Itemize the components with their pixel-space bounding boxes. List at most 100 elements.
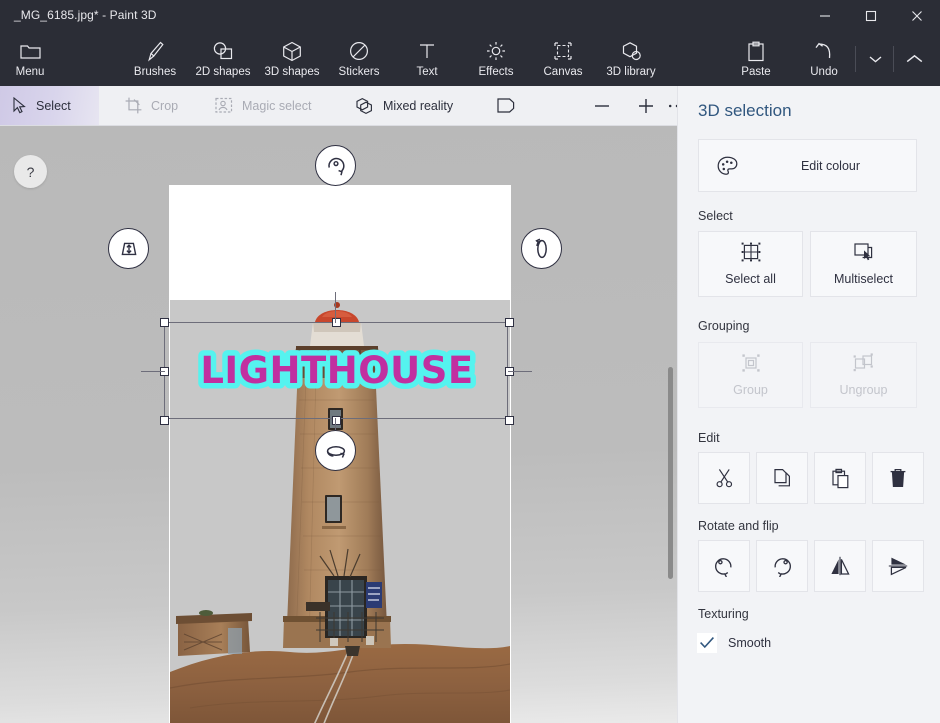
rotate-left-button[interactable] — [698, 540, 750, 592]
resize-handle-top-center[interactable] — [332, 318, 341, 327]
effects-icon — [486, 39, 506, 63]
checkmark-icon — [699, 636, 715, 650]
3d-view-icon — [495, 96, 517, 115]
copy-icon — [773, 468, 792, 488]
chevron-down-icon — [869, 55, 882, 63]
trash-icon — [889, 468, 907, 488]
select-all-icon — [741, 242, 761, 267]
ribbon-label: 2D shapes — [196, 66, 251, 78]
clipboard-icon — [831, 468, 850, 489]
cursor-icon — [12, 97, 27, 114]
depth-handle[interactable] — [108, 228, 149, 269]
ribbon-collapse-button[interactable] — [897, 34, 931, 84]
ribbon-more-button[interactable] — [858, 34, 892, 84]
ribbon-item-effects[interactable]: Effects — [469, 34, 523, 84]
canvas-scrollbar[interactable] — [663, 126, 677, 723]
group-button[interactable]: Group — [698, 342, 803, 408]
minimize-button[interactable] — [802, 0, 848, 32]
help-button[interactable]: ? — [14, 155, 47, 188]
magic-select-icon — [215, 97, 233, 114]
smooth-checkbox[interactable] — [697, 633, 717, 653]
tool-magic-select-label: Magic select — [242, 99, 311, 113]
rotate-y-icon — [530, 237, 554, 261]
3d-library-icon — [621, 39, 642, 63]
flip-h-icon — [829, 555, 851, 577]
ribbon-item-3d-shapes[interactable]: 3D shapes — [261, 34, 323, 84]
rotate-x-handle[interactable] — [315, 430, 356, 471]
section-label-edit: Edit — [698, 431, 720, 445]
tool-magic-select[interactable]: Magic select — [203, 86, 331, 125]
canvas-scrollbar-thumb[interactable] — [668, 367, 673, 579]
wordart-fill: LIGHTHOUSE — [200, 349, 473, 392]
minimize-icon — [819, 10, 831, 22]
3d-selection-panel: 3D selection Edit colour Select — [677, 86, 940, 723]
close-icon — [911, 10, 923, 22]
flip-v-icon — [887, 555, 909, 577]
rotate-left-icon — [713, 555, 735, 577]
ribbon-item-text[interactable]: Text — [404, 34, 450, 84]
tool-mixed-reality[interactable]: Mixed reality — [343, 86, 471, 125]
chevron-up-icon — [906, 54, 923, 64]
maximize-button[interactable] — [848, 0, 894, 32]
ungroup-label: Ungroup — [840, 383, 888, 397]
copy-button[interactable] — [756, 452, 808, 504]
close-button[interactable] — [894, 0, 940, 32]
ungroup-button[interactable]: Ungroup — [810, 342, 917, 408]
crop-icon — [125, 97, 142, 114]
smooth-checkbox-row[interactable]: Smooth — [697, 633, 771, 653]
flip-horizontal-button[interactable] — [814, 540, 866, 592]
section-label-select: Select — [698, 209, 733, 223]
canvas-workspace[interactable]: ? — [0, 126, 677, 723]
ribbon-item-2d-shapes[interactable]: 2D shapes — [192, 34, 254, 84]
rotate-y-leader — [508, 371, 532, 372]
resize-handle-bottom-left[interactable] — [160, 416, 169, 425]
ribbon-label: 3D shapes — [265, 66, 320, 78]
multiselect-icon — [853, 242, 874, 267]
text-icon — [418, 39, 436, 63]
minus-icon — [592, 96, 612, 116]
2d-shapes-icon — [212, 39, 234, 63]
rotate-y-handle[interactable] — [521, 228, 562, 269]
paste-button[interactable] — [814, 452, 866, 504]
resize-handle-top-right[interactable] — [505, 318, 514, 327]
ribbon-item-3d-library[interactable]: 3D library — [598, 34, 664, 84]
ribbon-label: Canvas — [544, 66, 583, 78]
ribbon-divider — [855, 46, 856, 72]
resize-handle-top-left[interactable] — [160, 318, 169, 327]
ribbon-divider-2 — [893, 46, 894, 72]
resize-handle-bottom-center[interactable] — [332, 416, 341, 425]
smooth-label: Smooth — [728, 636, 771, 650]
flip-vertical-button[interactable] — [872, 540, 924, 592]
cut-button[interactable] — [698, 452, 750, 504]
canvas-icon — [553, 39, 573, 63]
zoom-out-button[interactable] — [580, 86, 624, 125]
rotate-right-button[interactable] — [756, 540, 808, 592]
3d-shapes-icon — [282, 39, 302, 63]
palette-icon — [717, 156, 738, 182]
tool-select[interactable]: Select — [0, 86, 99, 125]
select-all-label: Select all — [725, 272, 776, 286]
main-ribbon: Menu Brushes 2D shapes — [0, 32, 940, 86]
select-all-button[interactable]: Select all — [698, 231, 803, 297]
group-label: Group — [733, 383, 768, 397]
paste-icon — [747, 39, 765, 63]
view-3d-button[interactable] — [484, 86, 528, 125]
tool-crop[interactable]: Crop — [113, 86, 191, 125]
ribbon-item-paste[interactable]: Paste — [729, 34, 783, 84]
ribbon-label: Paste — [741, 66, 770, 78]
depth-leader — [141, 371, 165, 372]
ribbon-item-canvas[interactable]: Canvas — [536, 34, 590, 84]
ribbon-item-menu[interactable]: Menu — [6, 34, 54, 84]
ribbon-item-undo[interactable]: Undo — [797, 34, 851, 84]
rotate-z-handle[interactable] — [315, 145, 356, 186]
multiselect-button[interactable]: Multiselect — [810, 231, 917, 297]
section-label-texturing: Texturing — [698, 607, 749, 621]
lighthouse-wordart[interactable]: LIGHTHOUSE LIGHTHOUSE — [177, 345, 497, 397]
ribbon-item-brushes[interactable]: Brushes — [128, 34, 182, 84]
delete-button[interactable] — [872, 452, 924, 504]
resize-handle-bottom-right[interactable] — [505, 416, 514, 425]
tool-select-label: Select — [36, 99, 71, 113]
ribbon-item-stickers[interactable]: Stickers — [330, 34, 388, 84]
edit-colour-button[interactable]: Edit colour — [698, 139, 917, 192]
plus-icon — [636, 96, 656, 116]
